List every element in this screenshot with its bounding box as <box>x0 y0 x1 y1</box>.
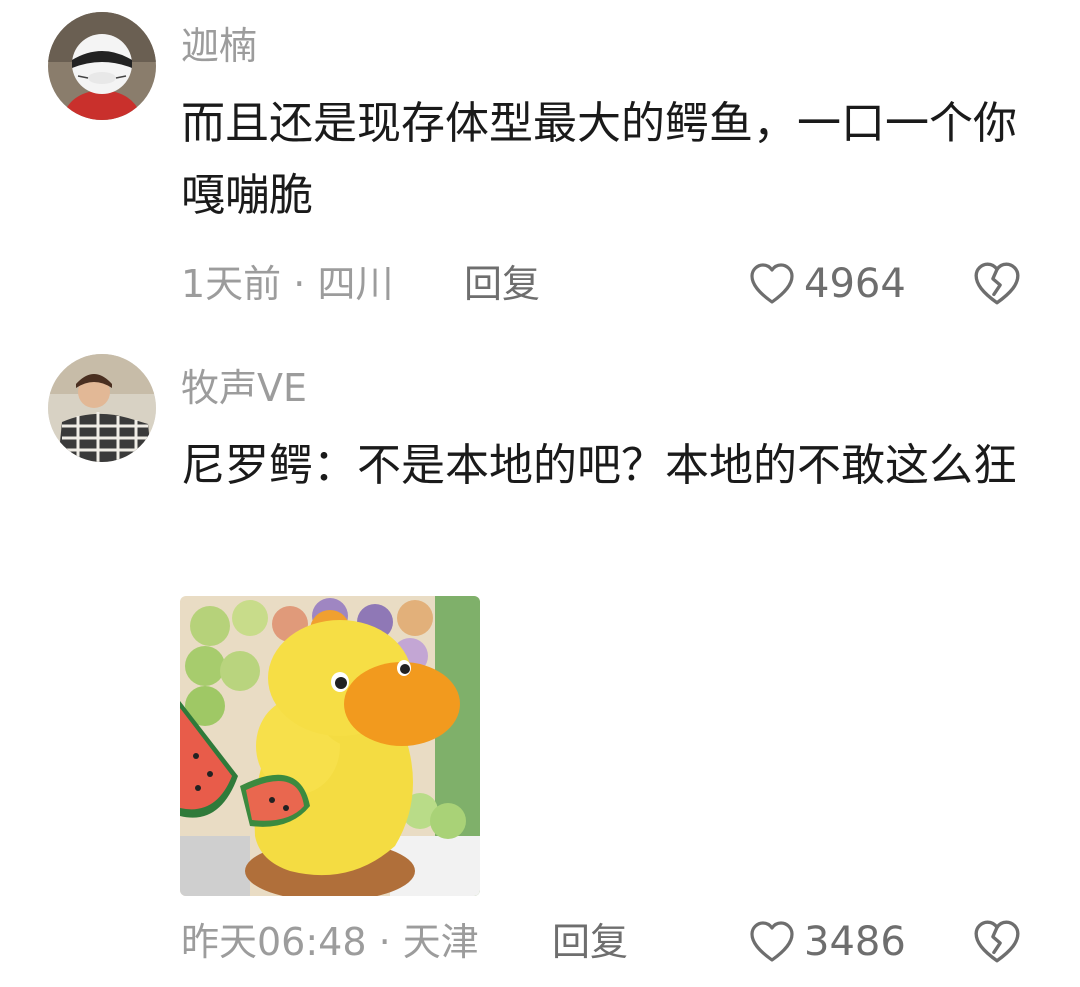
separator: · <box>378 920 391 964</box>
comment-meta: 1天前 · 四川 <box>181 260 393 308</box>
like-button[interactable]: 4964 <box>748 260 906 308</box>
separator: · <box>293 262 306 306</box>
dislike-button[interactable] <box>972 918 1022 966</box>
comment-meta: 昨天06:48 · 天津 <box>181 918 479 966</box>
comment-item: 迦楠 而且还是现存体型最大的鳄鱼，一口一个你嘎嘣脆 1天前 · 四川 回复 49… <box>0 0 1080 320</box>
avatar[interactable] <box>48 12 156 120</box>
location: 四川 <box>317 262 394 306</box>
reply-button[interactable]: 回复 <box>552 918 628 966</box>
duck-sticker-image <box>180 596 480 896</box>
broken-heart-icon <box>974 262 1020 305</box>
heart-outline-icon <box>750 263 794 304</box>
username[interactable]: 迦楠 <box>181 22 257 70</box>
comment-text: 而且还是现存体型最大的鳄鱼，一口一个你嘎嘣脆 <box>181 98 1017 221</box>
like-button[interactable]: 3486 <box>748 918 906 966</box>
location: 天津 <box>402 920 479 964</box>
dislike-button[interactable] <box>972 260 1022 308</box>
username[interactable]: 牧声VE <box>181 364 307 412</box>
sticker-image[interactable] <box>180 596 480 896</box>
like-count: 4964 <box>804 261 906 307</box>
timestamp: 昨天06:48 <box>181 920 367 964</box>
timestamp: 1天前 <box>181 262 282 306</box>
avatar[interactable] <box>48 354 156 462</box>
like-count: 3486 <box>804 919 906 965</box>
comment-item: 牧声VE 尼罗鳄：不是本地的吧？本地的不敢这么狂 昨天06:48 · 天津 回复… <box>0 340 1080 987</box>
reply-button[interactable]: 回复 <box>464 260 540 308</box>
comment-text: 尼罗鳄：不是本地的吧？本地的不敢这么狂 <box>181 440 1017 491</box>
broken-heart-icon <box>974 920 1020 963</box>
heart-outline-icon <box>750 921 794 962</box>
